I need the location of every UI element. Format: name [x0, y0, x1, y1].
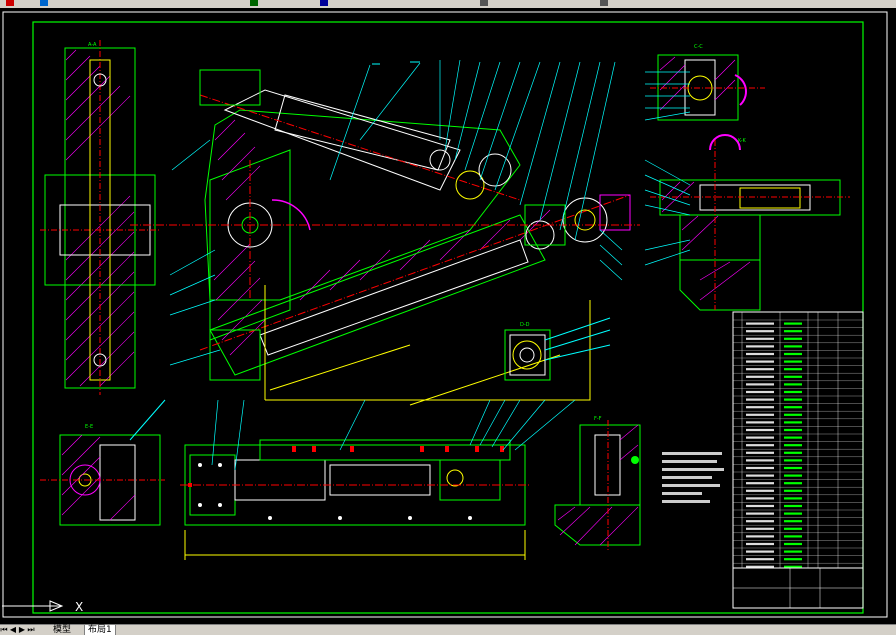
- parts-list-cell-mark: [746, 542, 774, 546]
- technical-notes: [662, 452, 724, 503]
- parts-list-cell-mark: [746, 512, 774, 515]
- parts-list-cell-mark: [784, 337, 802, 340]
- parts-list-cell-mark: [784, 406, 802, 409]
- section-kk-label: K-K: [738, 138, 747, 144]
- parts-list-cell-mark: [784, 436, 802, 439]
- ucs-icon: X: [2, 600, 83, 614]
- parts-list-table: [732, 311, 864, 609]
- parts-list-cell-mark: [746, 535, 774, 538]
- parts-list-cell-mark: [784, 527, 802, 530]
- parts-list-cell-mark: [784, 535, 802, 538]
- parts-list-cell-mark: [784, 512, 802, 515]
- parts-list-cell-mark: [746, 428, 774, 432]
- parts-list-cell-mark: [784, 451, 802, 454]
- parts-list-cell-mark: [746, 390, 774, 394]
- pan-icon[interactable]: [320, 0, 328, 6]
- parts-list-cell-mark: [746, 497, 774, 500]
- parts-list-cell-mark: [746, 444, 774, 447]
- parts-list-cell-mark: [784, 398, 802, 401]
- section-cc-view: C-C: [644, 44, 765, 121]
- parts-list-cell-mark: [746, 360, 774, 363]
- parts-list-cell-mark: [784, 504, 802, 508]
- drawing-canvas[interactable]: A-A D-D E-E F-F C-C K-K X: [0, 8, 896, 624]
- section-aa-view: A-A: [40, 40, 160, 395]
- outer-frame: [2, 11, 888, 618]
- ucs-x-label: X: [75, 600, 83, 614]
- redo-icon[interactable]: [40, 0, 48, 6]
- section-ee-label: E-E: [85, 424, 93, 430]
- main-assembly-view: [130, 59, 640, 406]
- section-ff-label: F-F: [594, 416, 602, 422]
- parts-list-cell-mark: [784, 413, 802, 416]
- parts-list-cell-mark: [746, 527, 774, 530]
- parts-list-cell-mark: [746, 421, 774, 424]
- parts-list-cell-mark: [784, 383, 802, 386]
- parts-list-cell-mark: [746, 550, 774, 553]
- parts-list-cell-mark: [784, 330, 802, 333]
- parts-list-cell-mark: [784, 390, 802, 394]
- parts-list-cell-mark: [746, 375, 774, 378]
- parts-list-cell-mark: [746, 383, 774, 386]
- parts-list-cell-mark: [746, 413, 774, 416]
- parts-list-cell-mark: [784, 352, 802, 356]
- parts-list-cell-mark: [746, 474, 774, 477]
- parts-list-cell-mark: [746, 482, 774, 485]
- parts-list-cell-mark: [746, 406, 774, 409]
- parts-list-cell-mark: [784, 482, 802, 485]
- parts-list-cell-mark: [746, 398, 774, 401]
- parts-list-cell-mark: [746, 436, 774, 439]
- parts-list-cell-mark: [746, 466, 774, 470]
- parts-list-cell-mark: [746, 520, 774, 523]
- parts-list-cell-mark: [784, 322, 802, 325]
- parts-list-cell-mark: [746, 504, 774, 508]
- bottom-plan-view: [180, 399, 576, 560]
- properties-icon[interactable]: [600, 0, 608, 6]
- undo-icon[interactable]: [6, 0, 14, 6]
- parts-list-cell-mark: [784, 550, 802, 553]
- section-cc-label: C-C: [694, 44, 703, 50]
- parts-list-cell-mark: [784, 345, 802, 348]
- parts-list-cell-mark: [746, 489, 774, 492]
- parts-list-cell-mark: [784, 520, 802, 523]
- section-dd-label: D-D: [520, 322, 530, 328]
- parts-list-cell-mark: [746, 330, 774, 333]
- layer-icon[interactable]: [480, 0, 488, 6]
- parts-list-cell-mark: [746, 451, 774, 454]
- section-kk-view: K-K: [644, 134, 850, 311]
- parts-list-cell-mark: [746, 558, 774, 561]
- parts-list-cell-mark: [784, 375, 802, 378]
- parts-list-cell-mark: [784, 474, 802, 477]
- parts-list-cell-mark: [746, 368, 774, 371]
- parts-list-cell-mark: [746, 459, 774, 462]
- parts-list-cell-mark: [746, 352, 774, 356]
- section-dd-view: D-D: [504, 317, 611, 381]
- parts-list-cell-mark: [784, 466, 802, 470]
- section-aa-label: A-A: [88, 42, 97, 48]
- parts-list-cell-mark: [784, 489, 802, 492]
- parts-list-cell-mark: [784, 558, 802, 561]
- parts-list-cell-mark: [784, 360, 802, 363]
- parts-list-cell-mark: [746, 337, 774, 340]
- section-ff-view: F-F: [554, 416, 641, 550]
- parts-list-cell-mark: [784, 368, 802, 371]
- layout-tab-bar: ⏮ ◀ ▶ ⏭ 模型 布局1: [0, 624, 896, 635]
- parts-list-cell-mark: [784, 542, 802, 546]
- zoom-icon[interactable]: [250, 0, 258, 6]
- parts-list-cell-mark: [784, 421, 802, 424]
- parts-list-cell-mark: [784, 444, 802, 447]
- cad-drawing: A-A D-D E-E F-F C-C K-K X: [2, 11, 888, 618]
- parts-list-cell-mark: [784, 428, 802, 432]
- parts-list-cell-mark: [784, 497, 802, 500]
- section-ee-view: E-E: [40, 399, 166, 526]
- parts-list-cell-mark: [784, 459, 802, 462]
- parts-list-cell-mark: [746, 345, 774, 348]
- parts-list-cell-mark: [746, 322, 774, 325]
